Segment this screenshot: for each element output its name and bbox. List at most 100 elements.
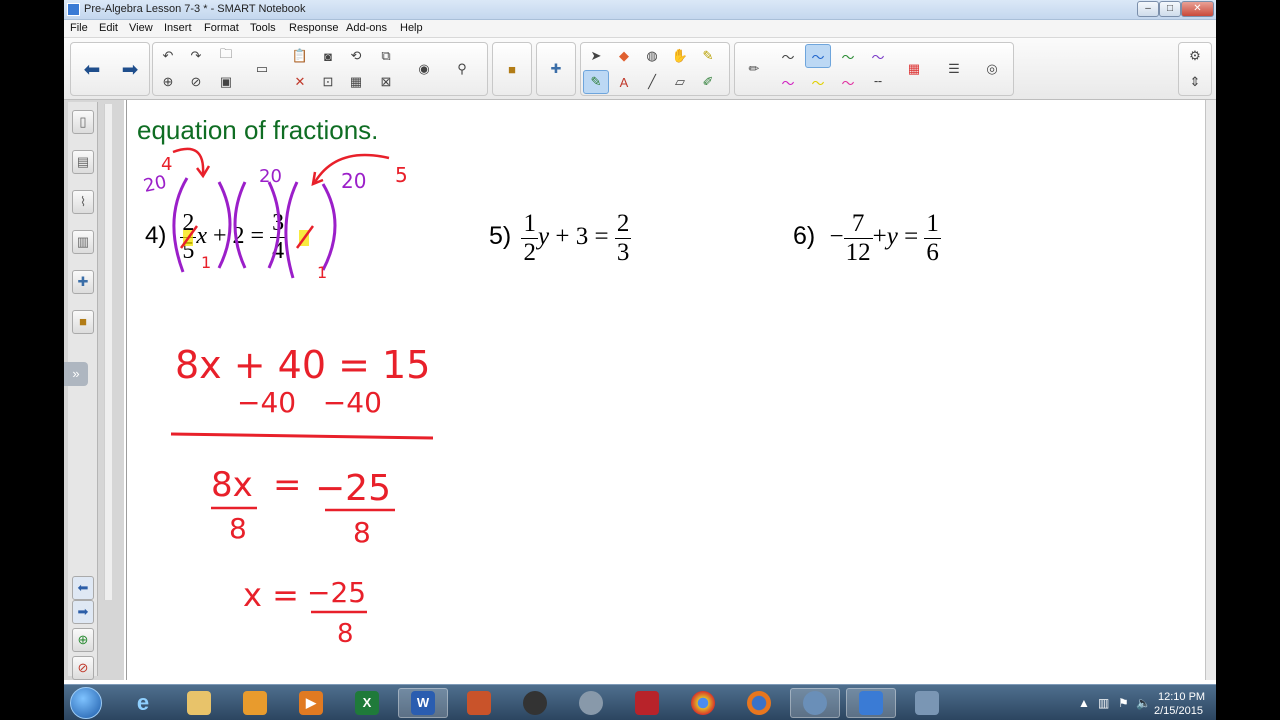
fill-tool-button[interactable]: ◍: [639, 44, 665, 68]
side-delete-page-button[interactable]: ⊘: [72, 656, 94, 680]
pen-style-4[interactable]: 〜: [865, 44, 891, 68]
add-ons-button[interactable]: ✚: [543, 57, 569, 81]
maximize-button[interactable]: □: [1159, 1, 1181, 17]
pen-style-5[interactable]: 〜: [775, 70, 801, 94]
transparency-button[interactable]: ◎: [979, 57, 1005, 81]
taskbar-network-tool[interactable]: [566, 688, 616, 718]
shapes-tool-button[interactable]: ◆: [611, 44, 637, 68]
menu-tools[interactable]: Tools: [250, 22, 276, 34]
pen-type-button[interactable]: ✏: [741, 57, 767, 81]
menu-response[interactable]: Response: [289, 22, 339, 34]
eraser-tool-button[interactable]: ▱: [667, 70, 693, 94]
taskbar-internet-explorer[interactable]: e: [118, 688, 168, 718]
page-scrollbar[interactable]: [1205, 100, 1216, 680]
line-icon: ╱: [648, 74, 656, 89]
side-add-page-button[interactable]: ⊕: [72, 628, 94, 652]
line-style-button[interactable]: ☰: [941, 57, 967, 81]
clock-time[interactable]: 12:10 PM: [1158, 691, 1205, 703]
taskbar-word[interactable]: W: [398, 688, 448, 718]
highlighter-button[interactable]: ✎: [695, 44, 721, 68]
response-button[interactable]: ⚲: [449, 57, 475, 81]
color-palette-button[interactable]: ▦: [901, 57, 927, 81]
document-camera-button[interactable]: ◙: [315, 44, 341, 68]
attachments-tab[interactable]: ⌇: [72, 190, 94, 214]
customize-toolbar-button[interactable]: ⚙: [1182, 44, 1208, 68]
menu-insert[interactable]: Insert: [164, 22, 192, 34]
taskbar-chrome[interactable]: [678, 688, 728, 718]
clear-ink-button[interactable]: ⊠: [373, 70, 399, 94]
paste-button[interactable]: 📋: [287, 44, 313, 68]
pen-style-6[interactable]: 〜: [805, 70, 831, 94]
ink-work-line-4-left: x =: [243, 576, 299, 614]
expand-side-panel-button[interactable]: »: [64, 362, 88, 386]
pen-style-7[interactable]: 〜: [835, 70, 861, 94]
pen-style-3[interactable]: 〜: [835, 44, 861, 68]
lesson-toolkit-button[interactable]: ■: [499, 57, 525, 81]
delete-page-button[interactable]: ⊘: [183, 70, 209, 94]
move-toolbar-icon: ⇕: [1189, 74, 1201, 89]
menu-edit[interactable]: Edit: [99, 22, 118, 34]
delete-page-icon: ⊘: [77, 660, 89, 675]
creative-pen-button[interactable]: ✐: [695, 70, 721, 94]
taskbar-excel[interactable]: X: [342, 688, 392, 718]
notebook-page-canvas[interactable]: equation of fractions. 4) 25x + 2 = 34 5…: [126, 100, 1214, 680]
minimize-button[interactable]: –: [1137, 1, 1159, 17]
taskbar-hp[interactable]: [510, 688, 560, 718]
dual-page-button[interactable]: ⧉: [373, 44, 399, 68]
taskbar-powerpoint[interactable]: [454, 688, 504, 718]
add-ons-tab[interactable]: ✚: [72, 270, 94, 294]
gallery-tab[interactable]: ▤: [72, 150, 94, 174]
select-tool-button[interactable]: ➤: [583, 44, 609, 68]
next-page-button[interactable]: ➡: [115, 44, 145, 94]
side-panel-scrollbar[interactable]: [104, 104, 112, 600]
close-button[interactable]: ✕: [1181, 1, 1214, 17]
firefox-icon: [747, 691, 771, 715]
previous-page-button[interactable]: ⬅: [77, 44, 107, 94]
volume-icon[interactable]: 🔈: [1136, 696, 1151, 710]
taskbar-media-player[interactable]: ▶: [286, 688, 336, 718]
menu-format[interactable]: Format: [204, 22, 239, 34]
move-tabs-left-button[interactable]: ⬅: [72, 576, 94, 600]
menu-help[interactable]: Help: [400, 22, 423, 34]
open-file-button[interactable]: 🗀: [213, 44, 239, 68]
taskbar-file-explorer[interactable]: [174, 688, 224, 718]
move-tabs-right-button[interactable]: ➡: [72, 600, 94, 624]
pen-style-8[interactable]: ╌: [865, 70, 891, 94]
menu-file[interactable]: File: [70, 22, 88, 34]
redo-button[interactable]: ↷: [183, 44, 209, 68]
save-button[interactable]: ▣: [213, 70, 239, 94]
toolbar-options-group: ⚙ ⇕: [1178, 42, 1212, 96]
undo-button[interactable]: ↶: [155, 44, 181, 68]
screen-capture-button[interactable]: ⟲: [343, 44, 369, 68]
screen-shade-button[interactable]: ▭: [249, 57, 275, 81]
taskbar-smart-notebook[interactable]: [846, 688, 896, 718]
menu-add-ons[interactable]: Add-ons: [346, 22, 387, 34]
add-page-button[interactable]: ⊕: [155, 70, 181, 94]
full-screen-button[interactable]: ⊡: [315, 70, 341, 94]
text-tool-button[interactable]: A: [611, 70, 637, 94]
taskbar-screen-capture[interactable]: [790, 688, 840, 718]
taskbar-outlook[interactable]: [230, 688, 280, 718]
taskbar-firefox[interactable]: [734, 688, 784, 718]
magic-pen-button[interactable]: ✋: [667, 44, 693, 68]
network-status-icon[interactable]: ▥: [1098, 696, 1109, 710]
action-center-icon[interactable]: ⚑: [1118, 696, 1129, 710]
delete-button[interactable]: ✕: [287, 70, 313, 94]
insert-table-button[interactable]: ▦: [343, 70, 369, 94]
pens-tool-button[interactable]: ✎: [583, 70, 609, 94]
taskbar-red-app[interactable]: [622, 688, 672, 718]
properties-tab[interactable]: ▥: [72, 230, 94, 254]
lesson-activity-tab[interactable]: ■: [72, 310, 94, 334]
pen-style-2[interactable]: 〜: [805, 44, 831, 68]
taskbar-smart-tools[interactable]: [902, 688, 952, 718]
page-sorter-tab[interactable]: ▯: [72, 110, 94, 134]
line-tool-button[interactable]: ╱: [639, 70, 665, 94]
file-explorer-icon: [187, 691, 211, 715]
clock-date[interactable]: 2/15/2015: [1154, 705, 1203, 717]
show-hidden-icons-icon[interactable]: ▲: [1078, 696, 1090, 710]
pen-style-1[interactable]: 〜: [775, 44, 801, 68]
move-toolbar-button[interactable]: ⇕: [1182, 70, 1208, 94]
record-button[interactable]: ◉: [411, 57, 437, 81]
start-button[interactable]: [70, 687, 102, 719]
menu-view[interactable]: View: [129, 22, 153, 34]
